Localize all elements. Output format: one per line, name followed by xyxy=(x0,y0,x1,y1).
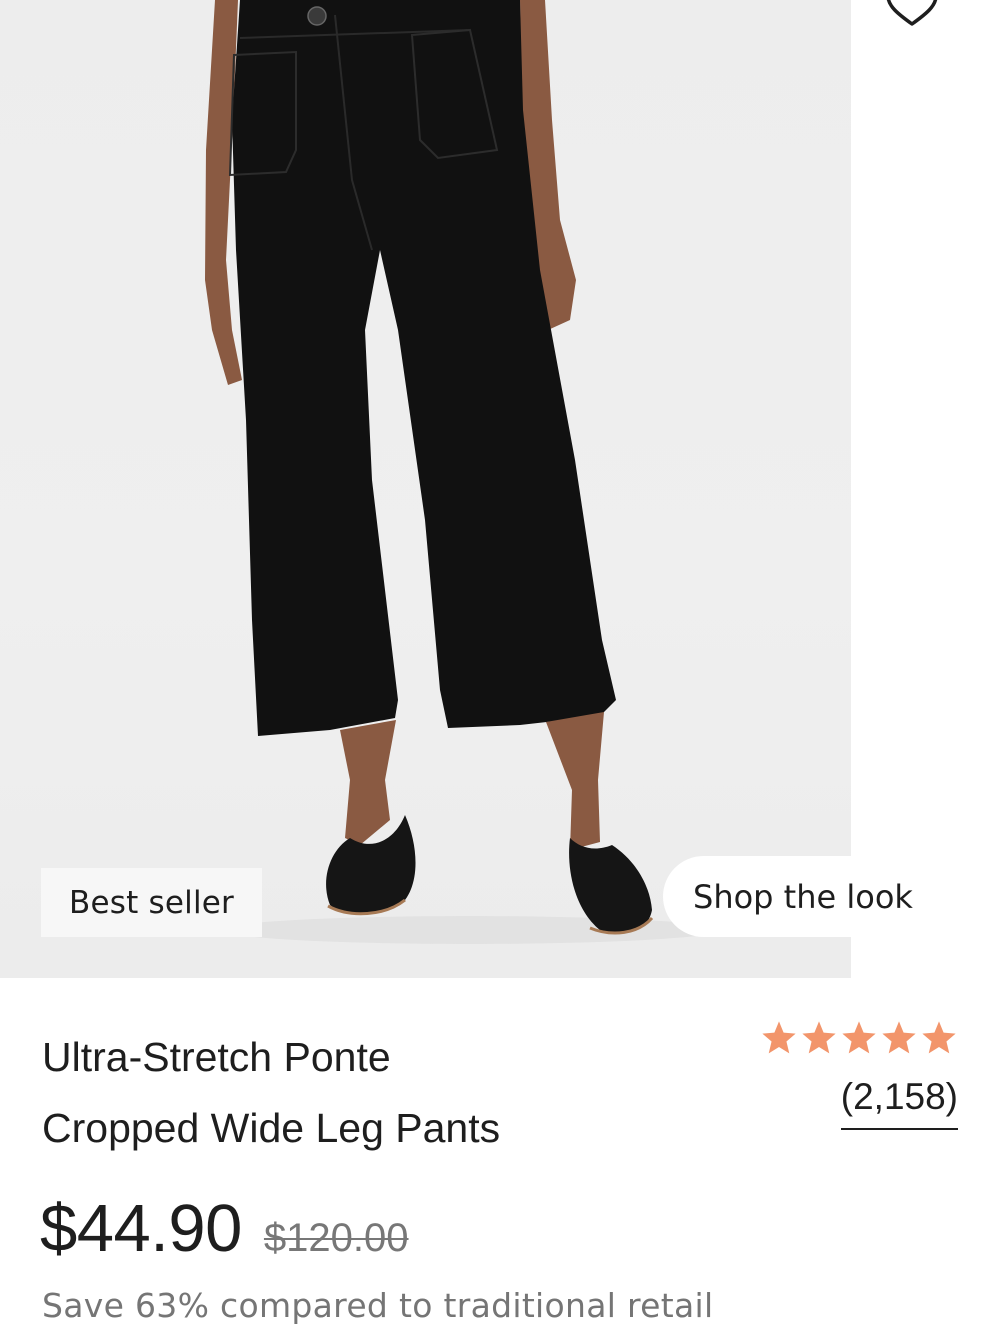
best-seller-badge-label: Best seller xyxy=(69,884,234,921)
model-left-leg xyxy=(340,720,396,845)
product-image[interactable]: Best seller xyxy=(0,0,851,978)
product-rating[interactable]: (2,158) xyxy=(760,1018,960,1138)
model-right-leg xyxy=(546,712,604,850)
star-filled-icon xyxy=(922,1021,956,1054)
savings-text: Save 63% compared to traditional retail xyxy=(42,1286,714,1325)
product-photo-illustration xyxy=(205,0,720,944)
best-seller-badge: Best seller xyxy=(41,868,262,937)
product-title-line2: Cropped Wide Leg Pants xyxy=(42,1105,501,1151)
star-filled-icon xyxy=(762,1021,796,1054)
review-count-link[interactable]: (2,158) xyxy=(840,1076,958,1130)
original-price: $120.00 xyxy=(263,1216,409,1260)
product-title: Ultra-Stretch Ponte Cropped Wide Leg Pan… xyxy=(42,1022,682,1164)
product-detail-page: Best seller Shop the look Ultra-Stretch … xyxy=(0,0,1000,1333)
model-pants xyxy=(232,0,616,736)
next-image-peek[interactable] xyxy=(851,0,1000,978)
rating-stars xyxy=(760,1018,958,1058)
star-filled-icon xyxy=(882,1021,916,1054)
current-price: $44.90 xyxy=(40,1191,242,1266)
price-row: $44.90 $120.00 xyxy=(40,1190,409,1270)
shop-the-look-button[interactable]: Shop the look xyxy=(663,856,913,937)
heart-outline-icon[interactable] xyxy=(884,0,940,28)
shop-the-look-label: Shop the look xyxy=(693,877,913,916)
pants-button xyxy=(307,6,327,26)
star-filled-icon xyxy=(842,1021,876,1054)
product-title-line1: Ultra-Stretch Ponte xyxy=(42,1034,391,1080)
star-filled-icon xyxy=(802,1021,836,1054)
